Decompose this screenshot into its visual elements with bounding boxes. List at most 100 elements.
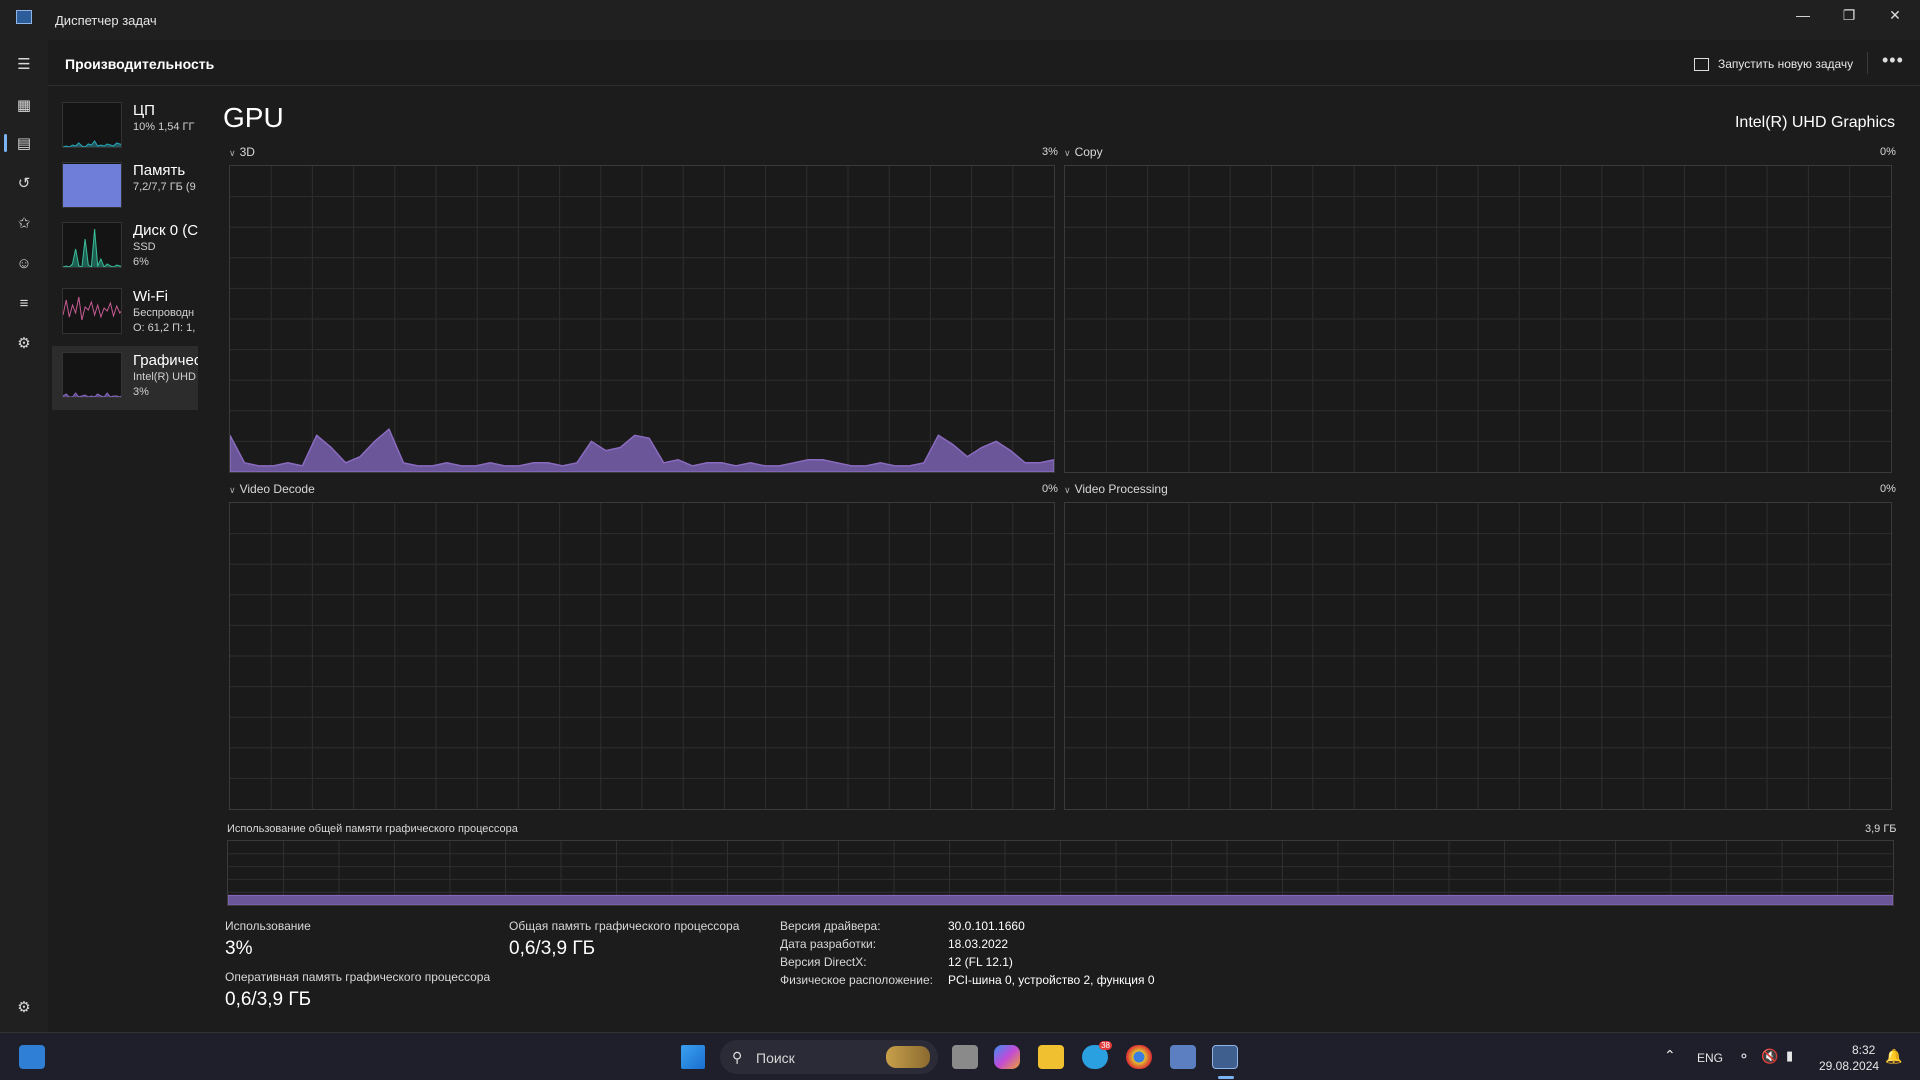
engine-percent: 0% — [1042, 483, 1058, 495]
telegram-icon[interactable]: 38 — [1082, 1041, 1112, 1069]
window-title: Диспетчер задач — [55, 13, 157, 28]
settings-gear-icon[interactable]: ⚙ — [13, 996, 35, 1018]
wifi-thumbnail-graph — [62, 288, 122, 334]
chrome-icon[interactable] — [1126, 1045, 1152, 1069]
run-new-task-button[interactable]: Запустить новую задачу — [1694, 52, 1853, 76]
show-hidden-icons-chevron-up-icon[interactable]: ⌃ — [1664, 1047, 1676, 1064]
engine-selector-copy[interactable]: ∨ Copy — [1064, 145, 1103, 159]
directx-version-value: 12 (FL 12.1) — [948, 955, 1013, 969]
disk-thumbnail-graph — [62, 222, 122, 268]
processes-icon[interactable]: ▦ — [13, 94, 35, 116]
engine-selector-3d[interactable]: ∨ 3D — [229, 145, 255, 159]
app-icon[interactable] — [1170, 1045, 1196, 1069]
navigation-rail: ☰ ▦ ▤ ↺ ✩ ☺ ≡ ⚙ ⚙ — [0, 40, 48, 1032]
resource-name: ЦП — [133, 102, 155, 119]
engine-graph-video-processing — [1064, 502, 1892, 810]
resource-detail: О: 61,2 П: 1, — [133, 322, 196, 334]
active-app-indicator — [1218, 1076, 1234, 1079]
search-placeholder: Поиск — [756, 1050, 795, 1066]
resource-detail: 10% 1,54 ГГ — [133, 121, 195, 133]
physical-location-value: PCI-шина 0, устройство 2, функция 0 — [948, 973, 1155, 987]
gpu-thumbnail-graph — [62, 352, 122, 398]
copilot-icon[interactable] — [994, 1045, 1020, 1069]
notification-badge: 38 — [1099, 1041, 1112, 1050]
close-button[interactable]: ✕ — [1872, 0, 1918, 30]
chevron-down-icon: ∨ — [229, 485, 236, 495]
gpu-heading: GPU — [223, 102, 284, 133]
engine-percent: 0% — [1880, 483, 1896, 495]
gpu-model-name: Intel(R) UHD Graphics — [1734, 114, 1895, 131]
dedicated-memory-value: 0,6/3,9 ГБ — [225, 989, 312, 1010]
widgets-icon[interactable] — [19, 1045, 45, 1069]
page-title: Производительность — [65, 56, 215, 72]
clock-date[interactable]: 29.08.2024 — [1819, 1059, 1879, 1073]
chevron-down-icon: ∨ — [1064, 485, 1071, 495]
driver-version-key: Версия драйвера: — [780, 919, 881, 933]
users-icon[interactable]: ☺ — [13, 252, 35, 274]
run-new-task-label: Запустить новую задачу — [1718, 57, 1854, 71]
app-history-icon[interactable]: ↺ — [13, 172, 35, 194]
resource-detail: 7,2/7,7 ГБ (9 — [133, 181, 196, 193]
shared-memory-graph-label: Использование общей памяти графического … — [227, 823, 518, 835]
taskbar-search-box[interactable]: ⚲ Поиск — [720, 1040, 938, 1074]
engine-graph-3d — [229, 165, 1055, 473]
chevron-down-icon: ∨ — [229, 148, 236, 158]
memory-thumbnail-graph — [62, 162, 122, 208]
driver-date-key: Дата разработки: — [780, 937, 877, 951]
resource-detail: 6% — [133, 256, 149, 268]
minimize-button[interactable]: — — [1780, 0, 1826, 30]
cpu-thumbnail-graph — [62, 102, 122, 148]
language-indicator[interactable]: ENG — [1697, 1051, 1723, 1065]
chevron-down-icon: ∨ — [1064, 148, 1071, 158]
resource-detail: Intel(R) UHD — [133, 371, 196, 383]
file-explorer-icon[interactable] — [1038, 1045, 1064, 1069]
usage-label: Использование — [225, 919, 311, 933]
engine-selector-video-decode[interactable]: ∨ Video Decode — [229, 482, 315, 496]
startup-apps-icon[interactable]: ✩ — [13, 212, 35, 234]
engine-graph-copy — [1064, 165, 1892, 473]
resource-item-disk[interactable]: Диск 0 (C SSD 6% — [52, 216, 198, 280]
page-header: Производительность Запустить новую задач… — [48, 40, 1920, 86]
task-view-icon[interactable] — [952, 1045, 978, 1069]
shared-memory-value: 0,6/3,9 ГБ — [509, 938, 596, 959]
windows-taskbar: ⚲ Поиск 38 ⌃ ENG ⚬ 🔇 ▮ 8:32 29.08.2024 🔔 — [0, 1032, 1920, 1080]
driver-version-value: 30.0.101.1660 — [948, 919, 1025, 933]
resource-item-memory[interactable]: Память 7,2/7,7 ГБ (9 — [52, 156, 198, 220]
engine-percent: 3% — [1042, 146, 1058, 158]
services-icon[interactable]: ⚙ — [13, 332, 35, 354]
battery-icon[interactable]: ▮ — [1786, 1048, 1793, 1064]
performance-icon[interactable]: ▤ — [13, 132, 35, 154]
resource-name: Диск 0 (C — [133, 222, 198, 239]
dedicated-memory-label: Оперативная память графического процессо… — [225, 970, 491, 984]
search-highlight-icon — [886, 1046, 930, 1068]
details-icon[interactable]: ≡ — [13, 292, 35, 314]
engine-graph-video-decode — [229, 502, 1055, 810]
clock-time[interactable]: 8:32 — [1852, 1043, 1875, 1057]
resource-detail: SSD — [133, 241, 156, 253]
resource-item-gpu[interactable]: Графичес Intel(R) UHD 3% — [52, 346, 198, 410]
usage-value: 3% — [225, 938, 253, 959]
resource-name: Память — [133, 162, 186, 179]
directx-version-key: Версия DirectX: — [780, 955, 867, 969]
shared-memory-fill — [228, 894, 1893, 905]
hamburger-menu-icon[interactable]: ☰ — [13, 53, 35, 75]
resource-name: Wi-Fi — [133, 288, 168, 305]
windows-start-icon[interactable] — [681, 1045, 705, 1069]
resource-item-cpu[interactable]: ЦП 10% 1,54 ГГ — [52, 96, 198, 160]
wifi-icon[interactable]: ⚬ — [1738, 1048, 1750, 1065]
task-manager-window: Диспетчер задач — ❐ ✕ ☰ ▦ ▤ ↺ ✩ ☺ ≡ ⚙ ⚙ … — [0, 0, 1920, 1032]
restore-button[interactable]: ❐ — [1826, 0, 1872, 30]
header-divider — [1867, 52, 1868, 74]
physical-location-key: Физическое расположение: — [780, 973, 933, 987]
more-options-icon[interactable]: ••• — [1882, 50, 1904, 71]
resource-item-wifi[interactable]: Wi-Fi Беспроводн О: 61,2 П: 1, — [52, 282, 198, 346]
notifications-bell-icon[interactable]: 🔔 — [1885, 1048, 1902, 1065]
engine-selector-video-processing[interactable]: ∨ Video Processing — [1064, 482, 1168, 496]
resource-name: Графичес — [133, 352, 198, 369]
resource-detail: 3% — [133, 386, 149, 398]
task-manager-taskbar-icon[interactable] — [1212, 1045, 1238, 1069]
new-task-icon — [1694, 57, 1709, 71]
volume-muted-icon[interactable]: 🔇 — [1761, 1048, 1778, 1065]
search-icon: ⚲ — [732, 1049, 743, 1065]
shared-memory-graph — [227, 840, 1894, 906]
